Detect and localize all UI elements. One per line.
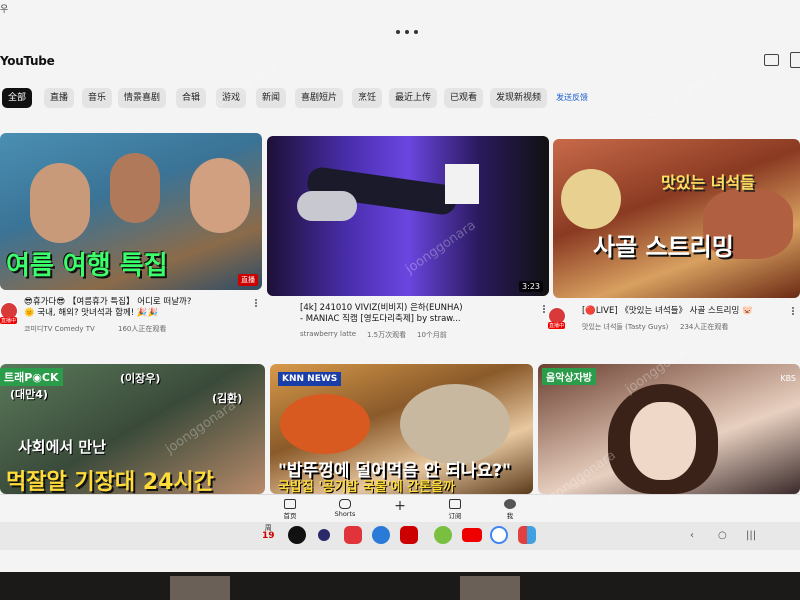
- category-chips: 全部 直播 音乐 情景喜剧 合辑 游戏 新闻 喜剧短片 烹饪 最近上传 已观看 …: [0, 88, 800, 110]
- video-title-line2[interactable]: - MANIAC 직캠 [영도다리축제] by straw...: [300, 314, 461, 325]
- thumbnail-overlay-text: 사회에서 만난: [18, 438, 107, 456]
- more-options-icon[interactable]: [543, 304, 546, 314]
- camera-app-icon[interactable]: [318, 529, 330, 541]
- thumb-figure: [30, 163, 90, 243]
- nav-subscriptions[interactable]: 订阅: [435, 497, 475, 520]
- channel-avatar[interactable]: 直播中: [548, 307, 566, 329]
- home-button-icon[interactable]: ○: [718, 530, 727, 541]
- plus-icon: +: [394, 498, 406, 514]
- send-feedback-link[interactable]: 发送反馈: [550, 88, 594, 108]
- device-stand: [170, 576, 230, 600]
- upload-age: 10个月前: [417, 331, 447, 339]
- channel-avatar[interactable]: 直播中: [0, 302, 18, 324]
- video-thumbnail-4[interactable]: 트래P◉CK (이장우) (대만4) (김환) 사회에서 만난 먹잘알 기장대 …: [0, 364, 265, 494]
- thumb-food: [400, 384, 510, 464]
- home-icon: [284, 499, 296, 509]
- thumb-figure: [110, 153, 160, 223]
- red-app-icon[interactable]: [344, 526, 362, 544]
- knn-news-logo: KNN NEWS: [278, 372, 342, 386]
- nav-shorts[interactable]: Shorts: [325, 497, 365, 518]
- back-button-icon[interactable]: |||: [746, 530, 756, 541]
- subscriptions-icon: [449, 499, 461, 509]
- screen: 우 YouTube 全部 直播 音乐 情景喜剧 合辑 游戏 新闻 喜剧短片 烹饪…: [0, 0, 800, 572]
- chip-sitcom[interactable]: 情景喜剧: [118, 88, 167, 108]
- profile-icon: [504, 499, 516, 509]
- chip-live[interactable]: 直播: [44, 88, 75, 108]
- thumb-food: [561, 169, 621, 229]
- bottom-navigation: 首页 Shorts + 订阅 我: [0, 494, 800, 523]
- youtube-logo[interactable]: YouTube: [0, 54, 55, 68]
- duration-badge: 3:23: [519, 281, 543, 292]
- nav-you[interactable]: 我: [490, 497, 530, 520]
- more-options-icon[interactable]: [255, 298, 258, 308]
- apps-grid-icon[interactable]: [518, 526, 536, 544]
- video-thumbnail-3[interactable]: 맛있는 녀석들 사골 스트리밍: [553, 139, 800, 298]
- google-app-icon[interactable]: [490, 526, 508, 544]
- chip-comedy-shorts[interactable]: 喜剧短片: [295, 88, 344, 108]
- status-text: 우: [0, 5, 9, 15]
- clock-app-icon[interactable]: [288, 526, 306, 544]
- video-title[interactable]: [4k] 241010 VIVIZ(비비지) 은하(EUNHA): [300, 303, 463, 314]
- system-dock: 周 19 ‹ ○ |||: [0, 522, 800, 550]
- view-count: 1.5万次观看: [367, 331, 407, 339]
- chip-watched[interactable]: 已观看: [444, 88, 484, 108]
- chip-recent[interactable]: 最近上传: [389, 88, 438, 108]
- netflix-app-icon[interactable]: [400, 526, 418, 544]
- nav-create[interactable]: +: [380, 497, 420, 513]
- cast-icon[interactable]: [764, 54, 779, 66]
- thumbnail-overlay-text: 사골 스트리밍: [593, 233, 734, 261]
- video-thumbnail-1[interactable]: 여름 여행 특집 直播: [0, 133, 262, 290]
- more-options-icon[interactable]: [792, 306, 795, 316]
- thumb-figure: [630, 402, 696, 480]
- multiwindow-handle[interactable]: [396, 30, 418, 34]
- chip-cooking[interactable]: 烹饪: [352, 88, 383, 108]
- video-title[interactable]: [🔴LIVE] 《맛있는 녀석들》 사골 스트리밍 🐷: [582, 306, 753, 317]
- thumb-light-panel: [445, 164, 479, 204]
- thumbnail-overlay-text: 여름 여행 특집: [6, 251, 168, 281]
- live-badge: 直播: [238, 274, 258, 286]
- video-stats: 234人正在观看: [680, 323, 729, 331]
- video-stats: 160人正在观看: [118, 325, 167, 333]
- chip-all[interactable]: 全部: [2, 88, 33, 108]
- thumbnail-tag: 트래P◉CK: [0, 368, 63, 386]
- network-logo: KBS: [780, 374, 796, 383]
- thumb-food: [280, 394, 370, 454]
- channel-name[interactable]: strawberry latte: [300, 330, 356, 338]
- thumbnail-overlay-text-2: 먹잘알 기장대 24시간: [6, 470, 214, 494]
- nav-home[interactable]: 首页: [270, 497, 310, 520]
- thumbnail-name-label: (이장우): [120, 372, 161, 385]
- thumbnail-name-label: (김환): [212, 392, 243, 405]
- thumb-figure: [190, 158, 250, 233]
- video-title-line2[interactable]: 🌞 국내, 해외? 맛녀석과 함께! 🎉🎉: [24, 308, 158, 319]
- account-icon[interactable]: [790, 52, 800, 68]
- channel-name[interactable]: 맛있는 녀석들 (Tasty Guys): [582, 322, 668, 332]
- chip-discover[interactable]: 发现新视频: [490, 88, 548, 108]
- thumbnail-brand-text: 맛있는 녀석들: [661, 173, 755, 192]
- thumbnail-name-label: (대만4): [10, 388, 48, 401]
- chip-news[interactable]: 新闻: [256, 88, 287, 108]
- video-thumbnail-5[interactable]: KNN NEWS "밥뚜껑에 덜어먹음 안 되나요?" 국밥집 '공기밥 국물'…: [270, 364, 533, 494]
- calendar-widget[interactable]: 周 19: [262, 524, 275, 541]
- chip-music[interactable]: 音乐: [82, 88, 113, 108]
- youtube-app-icon[interactable]: [462, 528, 482, 542]
- thumbnail-tag: 음악상자방: [542, 368, 596, 385]
- chip-gaming[interactable]: 游戏: [216, 88, 247, 108]
- video-thumbnail-2[interactable]: 3:23: [267, 136, 549, 296]
- device-stand: [460, 576, 520, 600]
- video-title[interactable]: 😎휴가다😎 【여름휴가 특집】 어디로 떠날까?: [24, 297, 191, 308]
- channel-name[interactable]: 코미디TV Comedy TV: [24, 324, 95, 334]
- app-header: YouTube: [0, 50, 800, 72]
- thumbnail-overlay-text-2: 국밥집 '공기밥 국물'에 간론을까: [278, 480, 456, 494]
- recents-button-icon[interactable]: ‹: [690, 530, 694, 541]
- chip-compilation[interactable]: 合辑: [176, 88, 207, 108]
- video-thumbnail-6[interactable]: 음악상자방 KBS: [538, 364, 800, 494]
- shorts-icon: [339, 499, 351, 509]
- browser-app-icon[interactable]: [372, 526, 390, 544]
- thumb-figure: [297, 191, 357, 221]
- green-app-icon[interactable]: [434, 526, 452, 544]
